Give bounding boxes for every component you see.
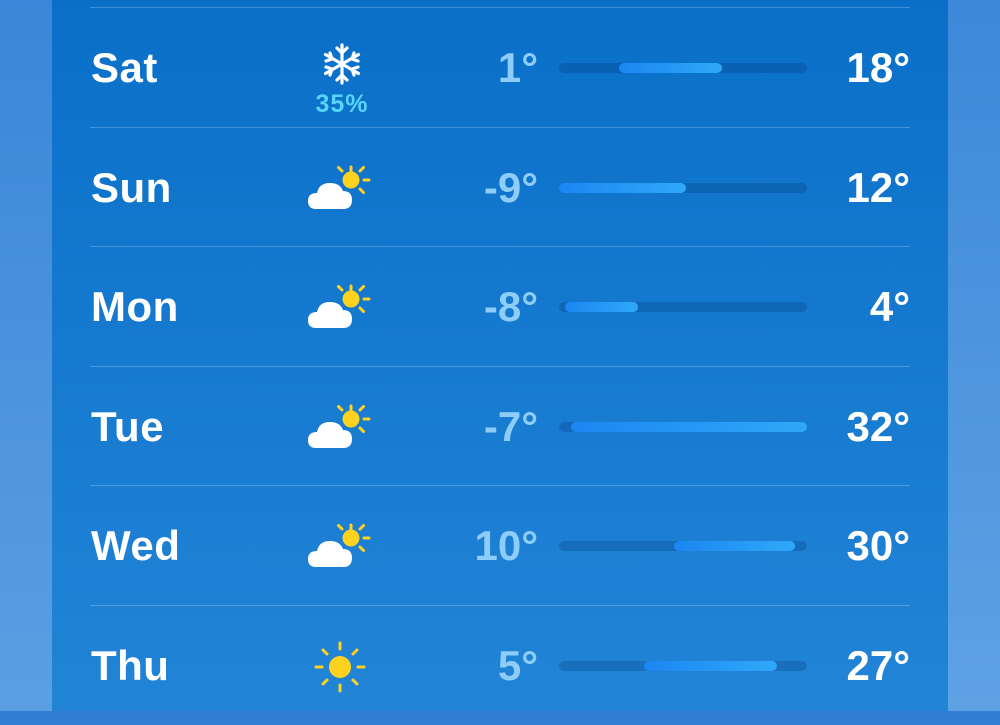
temp-range-bar <box>559 63 807 73</box>
forecast-row-sun[interactable]: Sun -9° 12° <box>52 128 948 247</box>
temp-range-bar <box>559 302 807 312</box>
temp-range-bar <box>559 183 807 193</box>
forecast-row-tue[interactable]: Tue -7° 32° <box>52 367 948 486</box>
low-temp: -7° <box>483 403 538 450</box>
low-temp: -8° <box>483 283 538 330</box>
partly-cloudy-icon <box>306 402 378 454</box>
temp-range-fill <box>643 661 777 671</box>
high-temp: 27° <box>846 642 910 689</box>
temp-range-bar <box>559 661 807 671</box>
forecast-row-sat[interactable]: Sat 35% 1° 18° <box>52 8 948 127</box>
day-label: Sun <box>91 164 172 211</box>
forecast-row-mon[interactable]: Mon -8° 4° <box>52 247 948 366</box>
high-temp: 32° <box>846 403 910 450</box>
high-temp: 18° <box>846 44 910 91</box>
high-temp: 30° <box>846 522 910 569</box>
snowflake-icon <box>306 43 378 95</box>
precipitation-chance: 35% <box>315 90 369 118</box>
high-temp: 4° <box>869 283 910 330</box>
low-temp: 5° <box>497 642 538 689</box>
temp-range-bar <box>559 422 807 432</box>
temp-range-bar <box>559 541 807 551</box>
day-label: Wed <box>91 522 181 569</box>
partly-cloudy-icon <box>306 163 378 215</box>
temp-range-fill <box>673 541 795 551</box>
sun-icon <box>306 641 378 693</box>
low-temp: 1° <box>497 44 538 91</box>
background-left-edge <box>0 0 52 711</box>
temp-range-fill <box>619 63 723 73</box>
day-label: Tue <box>91 403 165 450</box>
forecast-row-wed[interactable]: Wed 10° 30° <box>52 486 948 605</box>
day-label: Thu <box>91 642 170 689</box>
day-label: Mon <box>91 283 179 330</box>
background-right-edge <box>948 0 1000 711</box>
daily-forecast-panel[interactable]: Sat 35% 1° 18° Sun -9° 12° Mon -8° 4° Tu… <box>52 0 948 711</box>
partly-cloudy-icon <box>306 282 378 334</box>
temp-range-fill <box>559 183 687 193</box>
high-temp: 12° <box>846 164 910 211</box>
low-temp: -9° <box>483 164 538 211</box>
temp-range-fill <box>565 302 638 312</box>
temp-range-fill <box>571 422 807 432</box>
forecast-row-thu[interactable]: Thu 5° 27° <box>52 606 948 725</box>
partly-cloudy-icon <box>306 521 378 573</box>
day-label: Sat <box>91 44 158 91</box>
low-temp: 10° <box>474 522 538 569</box>
